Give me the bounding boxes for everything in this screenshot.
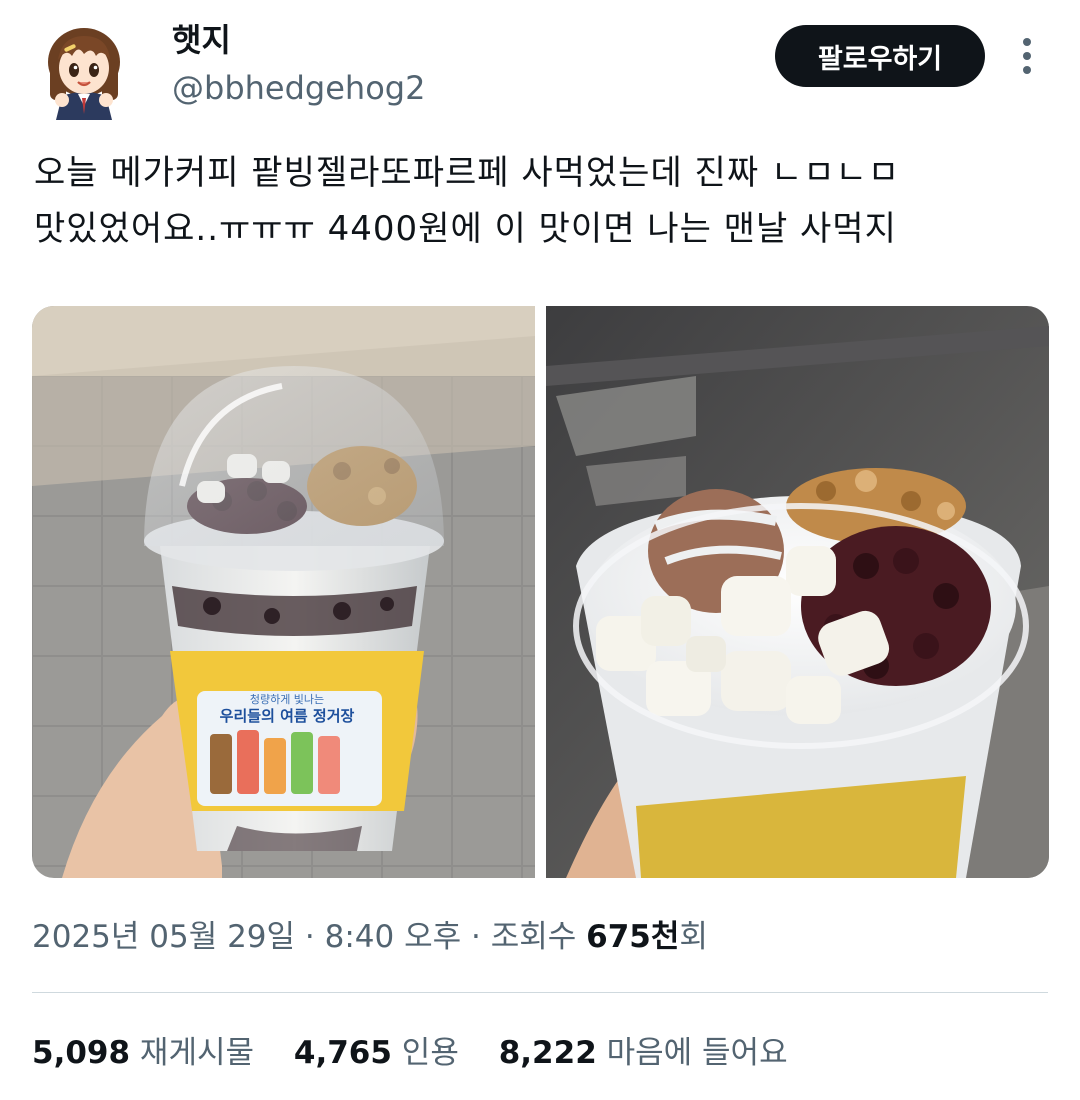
tweet-photo-1[interactable]: 청량하게 빛나는 우리들의 여름 정거장: [32, 306, 535, 878]
more-options-button[interactable]: [1005, 32, 1049, 80]
views-count: 675천: [586, 919, 680, 955]
quotes-count: 4,765: [293, 1035, 392, 1071]
more-vertical-icon: [1023, 38, 1031, 74]
author-name[interactable]: 햇지: [172, 20, 231, 60]
retweets-label: 재게시물: [139, 1035, 255, 1071]
likes-label: 마음에 들어요: [606, 1035, 788, 1071]
views-label: 조회수: [490, 919, 587, 955]
tweet-text: 오늘 메가커피 팥빙젤라또파르페 사먹었는데 진짜 ㄴㅁㄴㅁ 맛있었어요..ㅠㅠ…: [34, 145, 1044, 257]
likes-stat[interactable]: 8,222 마음에 들어요: [499, 1035, 788, 1071]
avatar-image: [48, 28, 120, 120]
meta-separator: ·: [295, 919, 325, 955]
views-suffix: 회: [679, 919, 708, 955]
follow-button[interactable]: 팔로우하기: [775, 25, 985, 87]
tweet-text-line-1: 오늘 메가커피 팥빙젤라또파르페 사먹었는데 진짜 ㄴㅁㄴㅁ: [34, 153, 901, 193]
retweets-count: 5,098: [32, 1035, 131, 1071]
retweets-stat[interactable]: 5,098 재게시물: [32, 1035, 254, 1071]
tweet-text-line-2: 맛있었어요..ㅠㅠㅠ 4400원에 이 맛이면 나는 맨날 사먹지: [34, 209, 897, 249]
sleeve-tagline: 청량하게 빛나는: [250, 692, 324, 706]
quotes-stat[interactable]: 4,765 인용: [294, 1035, 459, 1071]
likes-count: 8,222: [498, 1035, 597, 1071]
divider: [32, 992, 1048, 993]
quotes-label: 인용: [401, 1035, 459, 1071]
meta-separator: ·: [461, 919, 491, 955]
author-handle[interactable]: @bbhedgehog2: [172, 68, 425, 108]
parfait-closeup-photo: [546, 306, 1049, 878]
tweet-time[interactable]: 8:40 오후: [325, 919, 462, 955]
parfait-cup-photo: 청량하게 빛나는 우리들의 여름 정거장: [32, 306, 535, 878]
follow-button-label: 팔로우하기: [817, 43, 943, 75]
sleeve-headline: 우리들의 여름 정거장: [220, 707, 355, 725]
tweet-meta: 2025년 05월 29일 · 8:40 오후 · 조회수 675천회: [32, 915, 708, 959]
engagement-stats: 5,098 재게시물 4,765 인용 8,222 마음에 들어요: [32, 1030, 818, 1076]
tweet-photo-2[interactable]: [546, 306, 1049, 878]
avatar[interactable]: [38, 22, 130, 120]
tweet-date[interactable]: 2025년 05월 29일: [32, 919, 295, 955]
